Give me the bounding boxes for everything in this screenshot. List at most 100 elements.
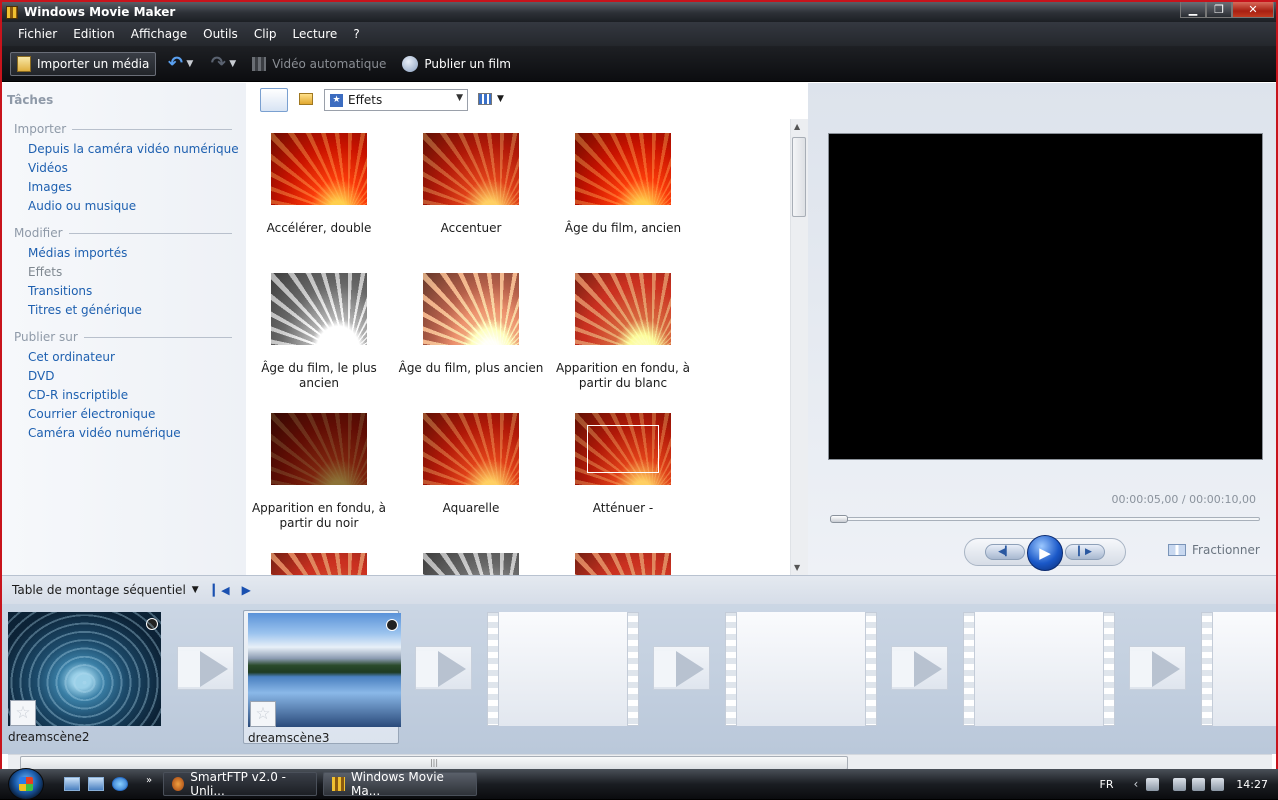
task-import-videos[interactable]: Vidéos [28,161,68,175]
tasks-toggle-button[interactable] [260,88,288,112]
ease-out-frame-icon [587,425,659,473]
show-desktop-icon[interactable] [64,777,80,791]
seek-handle[interactable] [830,515,848,523]
play-storyboard-icon[interactable]: ▶ [242,583,251,597]
storyboard-clip[interactable]: ☆ dreamscène3 [243,610,399,744]
storyboard-view-dropdown[interactable]: Table de montage séquentiel [12,583,186,597]
redo-dropdown-icon[interactable]: ▼ [229,59,236,69]
chevron-down-icon[interactable]: ▼ [192,585,199,595]
effect-thumb[interactable] [575,133,671,205]
menu-lecture[interactable]: Lecture [292,27,337,41]
seek-bar[interactable] [830,517,1260,521]
task-publish-cdr[interactable]: CD-R inscriptible [28,388,128,402]
view-options-chevron-icon[interactable]: ▼ [497,94,504,104]
menu-edition[interactable]: Edition [73,27,115,41]
quick-launch-more-icon[interactable]: » [146,775,152,786]
task-import-audio[interactable]: Audio ou musique [28,199,136,213]
effect-thumb[interactable] [423,133,519,205]
tray-expand-icon[interactable]: ‹ [1133,777,1138,791]
collection-dropdown[interactable]: ★ Effets ▼ [324,89,468,111]
menu-clip[interactable]: Clip [254,27,277,41]
previous-frame-button[interactable]: ◀▎ [985,544,1025,560]
transition-slot[interactable] [1129,646,1186,690]
empty-clip-slot[interactable] [487,612,639,726]
transition-slot[interactable] [891,646,948,690]
scrollbar-thumb[interactable] [792,137,806,217]
effect-thumb[interactable] [423,273,519,345]
import-media-button[interactable]: Importer un média [10,52,156,76]
transition-slot[interactable] [177,646,234,690]
effect-thumb[interactable] [271,273,367,345]
volume-icon[interactable] [1211,778,1224,791]
empty-clip-slot[interactable] [963,612,1115,726]
effect-thumb[interactable] [575,413,671,485]
task-import-images[interactable]: Images [28,180,72,194]
scroll-down-icon[interactable]: ▼ [794,563,800,572]
safely-remove-icon[interactable] [1173,778,1186,791]
taskbar-movie-maker[interactable]: Windows Movie Ma... [323,772,477,796]
effect-label: Apparition en fondu, à partir du noir [246,501,395,531]
restore-button[interactable]: ❐ [1206,2,1232,18]
next-frame-button[interactable]: ▎▶ [1065,544,1105,560]
undo-button[interactable]: ↶▼ [160,52,199,76]
task-publish-dvd[interactable]: DVD [28,369,54,383]
close-button[interactable]: ✕ [1232,2,1274,18]
effect-thumb[interactable] [423,553,519,575]
redo-button[interactable]: ↷▼ [203,52,242,76]
split-button[interactable]: Fractionner [1168,543,1260,557]
switch-windows-icon[interactable] [88,777,104,791]
effect-label: Âge du film, ancien [547,221,699,236]
group-modify: Modifier [14,226,232,240]
video-effect-star-icon[interactable]: ☆ [10,700,36,726]
effect-thumb[interactable] [575,273,671,345]
task-imported-media[interactable]: Médias importés [28,246,127,260]
effect-label: Âge du film, plus ancien [395,361,547,376]
menu-affichage[interactable]: Affichage [131,27,187,41]
taskbar-smartftp[interactable]: SmartFTP v2.0 - Unli... [163,772,317,796]
tasks-title: Tâches [7,93,53,107]
task-publish-computer[interactable]: Cet ordinateur [28,350,115,364]
preview-monitor: 00:00:05,00 / 00:00:10,00 ◀▎ ▶ ▎▶ Fracti… [808,83,1276,575]
user-icon[interactable] [1146,778,1159,791]
effect-thumb[interactable] [271,133,367,205]
menu-fichier[interactable]: Fichier [18,27,57,41]
minimize-button[interactable]: ▁ [1180,2,1206,18]
group-import: Importer [14,122,232,136]
transition-slot[interactable] [415,646,472,690]
internet-explorer-icon[interactable] [112,777,128,791]
empty-clip-slot[interactable] [725,612,877,726]
collections-button[interactable] [294,88,318,112]
undo-dropdown-icon[interactable]: ▼ [186,59,193,69]
effect-thumb[interactable] [575,553,671,575]
rewind-storyboard-icon[interactable]: ▎◀ [213,584,230,597]
task-from-dv-camera[interactable]: Depuis la caméra vidéo numérique [28,142,239,156]
menu-help[interactable]: ? [353,27,359,41]
start-button[interactable] [8,768,44,800]
storyboard-clip[interactable]: ☆ dreamscène2 [4,610,160,744]
effect-thumb[interactable] [271,553,367,575]
video-effect-star-icon[interactable]: ☆ [250,701,276,727]
menu-outils[interactable]: Outils [203,27,238,41]
window-title: Windows Movie Maker [24,5,175,19]
language-indicator[interactable]: FR [1100,778,1114,791]
play-button[interactable]: ▶ [1027,535,1063,571]
scrollbar-thumb[interactable]: ||| [20,756,848,770]
network-icon[interactable] [1192,778,1205,791]
effect-thumb[interactable] [423,413,519,485]
task-transitions[interactable]: Transitions [28,284,92,298]
task-publish-email[interactable]: Courrier électronique [28,407,155,421]
empty-clip-slot[interactable] [1201,612,1276,726]
scroll-up-icon[interactable]: ▲ [794,122,800,131]
task-titles-credits[interactable]: Titres et générique [28,303,142,317]
effect-thumb[interactable] [271,413,367,485]
clip-label: dreamscène3 [248,731,330,745]
clock[interactable]: 14:27 [1236,778,1268,791]
effects-scrollbar[interactable]: ▲ ▼ [790,119,808,575]
view-options-icon[interactable] [478,93,492,105]
publish-movie-button[interactable]: Publier un film [396,52,517,76]
title-bar: Windows Movie Maker ▁ ❐ ✕ [2,2,1276,22]
task-publish-dv-camera[interactable]: Caméra vidéo numérique [28,426,181,440]
transition-slot[interactable] [653,646,710,690]
auto-movie-button[interactable]: Vidéo automatique [246,52,392,76]
task-effects[interactable]: Effets [28,265,62,279]
